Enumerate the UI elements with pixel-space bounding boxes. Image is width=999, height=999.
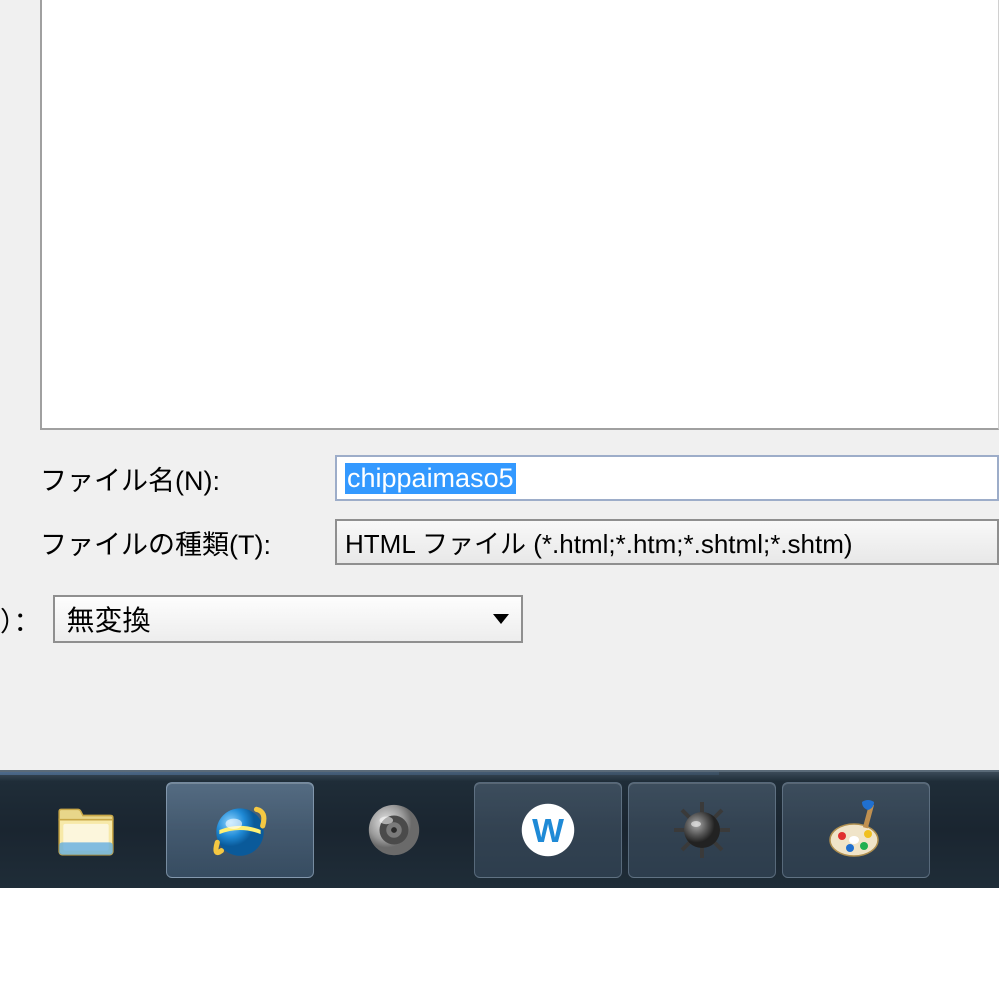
filename-selected-text: chippaimaso5 (345, 463, 516, 494)
paint-icon (821, 795, 891, 865)
speaker-icon (359, 795, 429, 865)
save-dialog: ファイル名(N): chippaimaso5 ファイルの種類(T): HTML … (0, 0, 999, 770)
taskbar: W (0, 770, 999, 888)
chevron-down-icon (493, 614, 509, 624)
taskbar-item-volume[interactable] (320, 782, 468, 878)
bottom-whitespace (0, 888, 999, 999)
taskbar-item-file-explorer[interactable] (12, 782, 160, 878)
taskbar-item-w-app[interactable]: W (474, 782, 622, 878)
file-list-pane[interactable] (40, 0, 999, 430)
filename-row: ファイル名(N): chippaimaso5 (0, 455, 999, 501)
w-app-icon: W (513, 795, 583, 865)
filetype-value: HTML ファイル (*.html;*.htm;*.shtml;*.shtm) (345, 524, 853, 561)
encoding-row: ）： 無変換 (0, 595, 999, 643)
taskbar-item-internet-explorer[interactable] (166, 782, 314, 878)
encoding-dropdown[interactable]: 無変換 (53, 595, 523, 643)
taskbar-item-minesweeper[interactable] (628, 782, 776, 878)
folder-icon (51, 795, 121, 865)
filetype-dropdown[interactable]: HTML ファイル (*.html;*.htm;*.shtml;*.shtm) (335, 519, 999, 565)
taskbar-item-paint[interactable] (782, 782, 930, 878)
mine-icon (667, 795, 737, 865)
filetype-label: ファイルの種類(T): (40, 523, 335, 562)
encoding-label: ）： (0, 600, 53, 639)
filename-input[interactable]: chippaimaso5 (335, 455, 999, 501)
filetype-row: ファイルの種類(T): HTML ファイル (*.html;*.htm;*.sh… (0, 519, 999, 565)
filename-label: ファイル名(N): (40, 459, 335, 498)
encoding-value: 無変換 (67, 599, 151, 639)
svg-text:W: W (532, 812, 564, 850)
dialog-form-area: ファイル名(N): chippaimaso5 ファイルの種類(T): HTML … (0, 455, 999, 643)
internet-explorer-icon (205, 795, 275, 865)
